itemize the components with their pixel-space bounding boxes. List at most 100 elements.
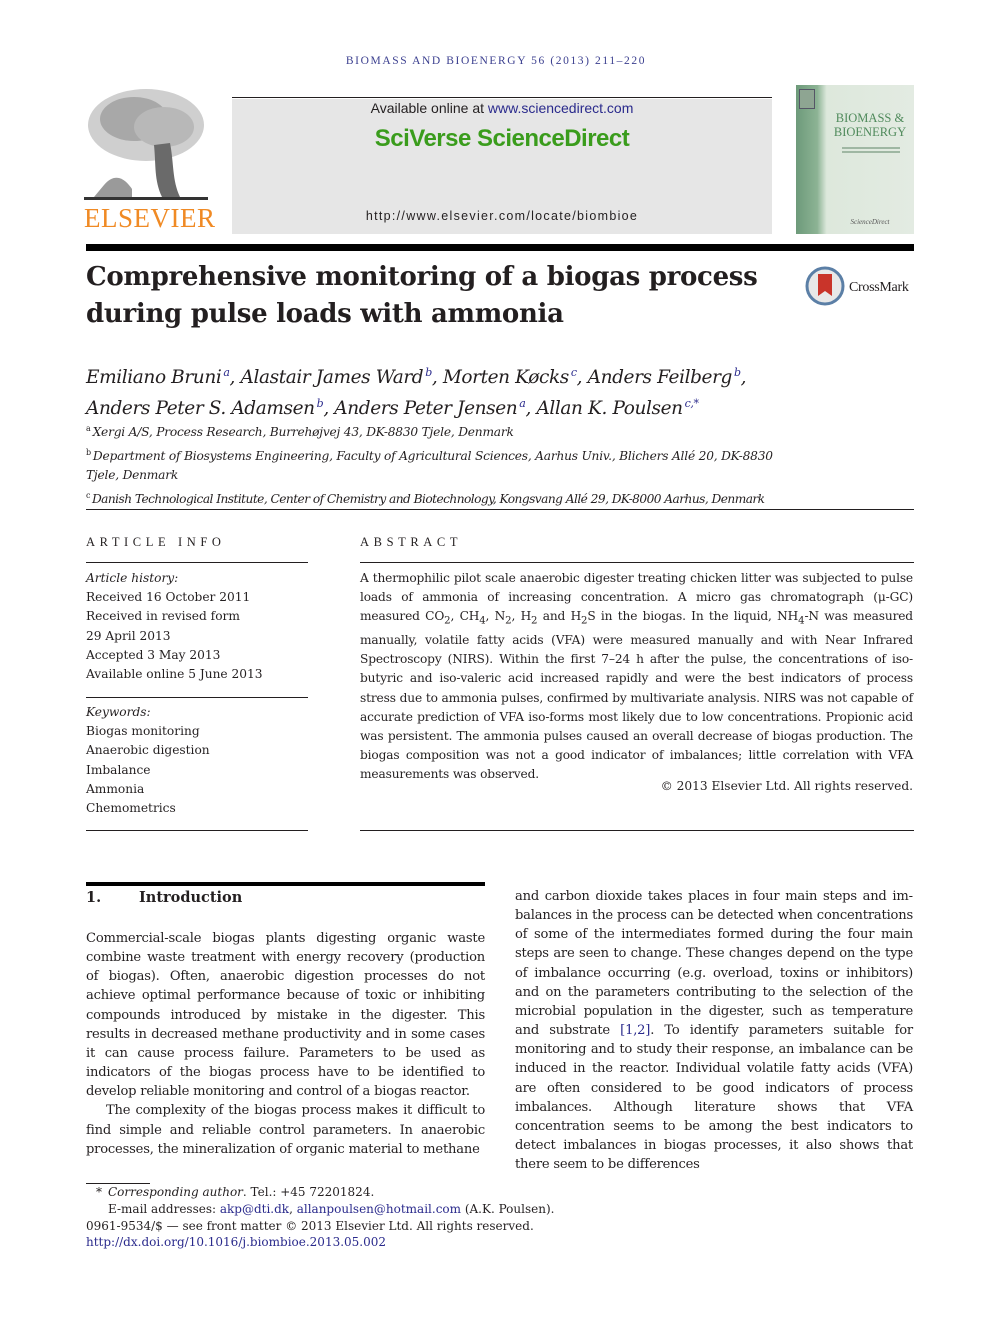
abstract-rule [360, 562, 914, 563]
body-column-left: Commercial-scale biogas plants digesting… [86, 929, 485, 1159]
author[interactable]: Morten Køcks c [442, 366, 577, 388]
author[interactable]: Anders Feilberg b [587, 366, 741, 388]
paragraph: Commercial-scale biogas plants digesting… [86, 931, 485, 1100]
sciencedirect-link[interactable]: www.sciencedirect.com [488, 100, 634, 116]
affiliation-marker[interactable]: b [425, 366, 432, 379]
article-info-rule [86, 830, 308, 831]
author[interactable]: Anders Peter Jensen a [334, 397, 526, 419]
footnotes: * Corresponding author. Tel.: +45 7220182… [86, 1184, 686, 1251]
cover-footer: ScienceDirect [850, 218, 890, 226]
affiliation-text: Department of Biosystems Engineering, Fa… [86, 448, 773, 483]
history-label: Article history: [86, 571, 179, 585]
section-divider [86, 509, 914, 510]
keyword: Ammonia [86, 781, 145, 796]
citation-link[interactable]: [1,2] [620, 1023, 650, 1038]
email-label: E-mail addresses: [108, 1201, 220, 1216]
affiliation-text: Xergi A/S, Process Research, Burrehøjvej… [92, 425, 514, 439]
affiliation-key: c [86, 490, 90, 500]
keywords: Keywords: Biogas monitoring Anaerobic di… [86, 703, 308, 818]
section-heading-introduction: 1. Introduction [86, 889, 485, 906]
email-link[interactable]: akp@dti.dk [220, 1202, 289, 1216]
section-rule [86, 882, 485, 886]
history-item: 29 April 2013 [86, 628, 171, 643]
author-name: Anders Peter S. Adamsen [86, 398, 315, 419]
author-separator: , [323, 398, 335, 419]
author[interactable]: Allan K. Poulsen c,* [536, 397, 699, 419]
affiliation-key: b [86, 447, 91, 457]
history-item: Accepted 3 May 2013 [86, 647, 221, 662]
affiliation-text: Danish Technological Institute, Center o… [91, 491, 765, 506]
email-link[interactable]: allanpoulsen@hotmail.com [297, 1202, 461, 1216]
article-title: Comprehensive monitoring of a biogas pro… [86, 262, 758, 329]
affiliation: a Xergi A/S, Process Research, Burrehøjve… [86, 419, 786, 443]
footnote-marker: * [96, 1185, 102, 1199]
author-name: Allan K. Poulsen [536, 398, 683, 419]
abstract-rule [360, 830, 914, 831]
author-name: Anders Peter Jensen [334, 398, 518, 419]
journal-homepage-url[interactable]: http://www.elsevier.com/locate/biombioe [232, 209, 772, 223]
available-prefix: Available online at [370, 100, 488, 116]
article-history: Article history: Received 16 October 201… [86, 569, 308, 684]
sciverse-brand: SciVerse ScienceDirect [374, 125, 630, 152]
cover-title-line: BIOENERGY [833, 125, 907, 139]
keyword: Biogas monitoring [86, 724, 200, 739]
sciencedirect-banner: Available online at www.sciencedirect.co… [232, 99, 772, 234]
author-name: Anders Feilberg [587, 367, 733, 388]
elsevier-logo[interactable]: ELSEVIER [84, 85, 216, 237]
cover-emblem-icon [799, 89, 815, 109]
history-item: Received in revised form [86, 609, 240, 624]
issn-line: 0961-9534/$ — see front matter © 2013 El… [86, 1218, 534, 1233]
journal-cover[interactable]: BIOMASS & BIOENERGY ScienceDirect [796, 85, 914, 234]
crossmark-icon [805, 266, 845, 306]
elsevier-wordmark: ELSEVIER [84, 203, 216, 233]
cover-title: BIOMASS & BIOENERGY [826, 111, 914, 139]
affiliation: b Department of Biosystems Engineering, F… [86, 443, 786, 486]
email-owner: (A.K. Poulsen). [461, 1201, 555, 1216]
author-name: Alastair James Ward [240, 367, 424, 388]
corresponding-author-note: * Corresponding author. Tel.: +45 7220182… [86, 1184, 686, 1201]
doi-link[interactable]: http://dx.doi.org/10.1016/j.biombioe.201… [86, 1234, 686, 1251]
affiliation-list: a Xergi A/S, Process Research, Burrehøjve… [86, 419, 786, 509]
affiliation-key: a [86, 424, 91, 433]
affiliation: c Danish Technological Institute, Center … [86, 486, 786, 510]
header-rule [232, 97, 772, 98]
crossmark-label: CrossMark [849, 280, 909, 295]
affiliation-marker[interactable]: b [734, 366, 741, 379]
section-number: 1. [86, 889, 102, 906]
cover-title-line: BIOMASS & [835, 111, 905, 125]
author-list: Emiliano Bruni a, Alastair James Ward b, M… [86, 360, 866, 422]
author[interactable]: Alastair James Ward b [240, 366, 433, 388]
author[interactable]: Emiliano Bruni a [86, 366, 230, 388]
elsevier-tree-icon [84, 85, 208, 205]
author-separator: , [576, 367, 588, 388]
available-online: Available online at www.sciencedirect.co… [232, 100, 772, 116]
affiliation-marker[interactable]: c,* [685, 397, 699, 410]
email-note: E-mail addresses: akp@dti.dk, allanpouls… [86, 1201, 686, 1218]
history-item: Received 16 October 2011 [86, 590, 251, 605]
author[interactable]: Anders Peter S. Adamsen b [86, 397, 324, 419]
article-info-rule [86, 697, 308, 698]
keyword: Anaerobic digestion [86, 743, 210, 758]
author-separator: , [740, 367, 747, 388]
author-separator: , [525, 398, 537, 419]
keyword: Imbalance [86, 762, 151, 777]
section-title: Introduction [139, 889, 243, 906]
abstract-text: A thermophilic pilot scale anaerobic dig… [360, 571, 913, 782]
author-separator: , [229, 367, 241, 388]
paragraph: The complexity of the biogas process mak… [86, 1103, 485, 1157]
cover-subtitle [836, 145, 906, 155]
crossmark-button[interactable]: CrossMark [805, 266, 917, 310]
abstract-copyright: © 2013 Elsevier Ltd. All rights reserved… [660, 779, 913, 793]
keywords-label: Keywords: [86, 705, 151, 719]
corr-label: Corresponding author [108, 1185, 243, 1199]
article-info-heading: ARTICLE INFO [86, 535, 226, 549]
header-thick-rule [86, 244, 914, 251]
author-name: Emiliano Bruni [86, 367, 222, 388]
article-info-rule [86, 562, 308, 563]
corr-tel: . Tel.: +45 72201824. [242, 1185, 375, 1199]
author-separator: , [431, 367, 443, 388]
author-name: Morten Køcks [442, 367, 569, 388]
paragraph: and carbon dioxide takes places in four … [515, 889, 913, 1173]
keyword: Chemometrics [86, 801, 176, 816]
journal-reference: Biomass and Bioenergy 56 (2013) 211–220 [345, 55, 647, 67]
